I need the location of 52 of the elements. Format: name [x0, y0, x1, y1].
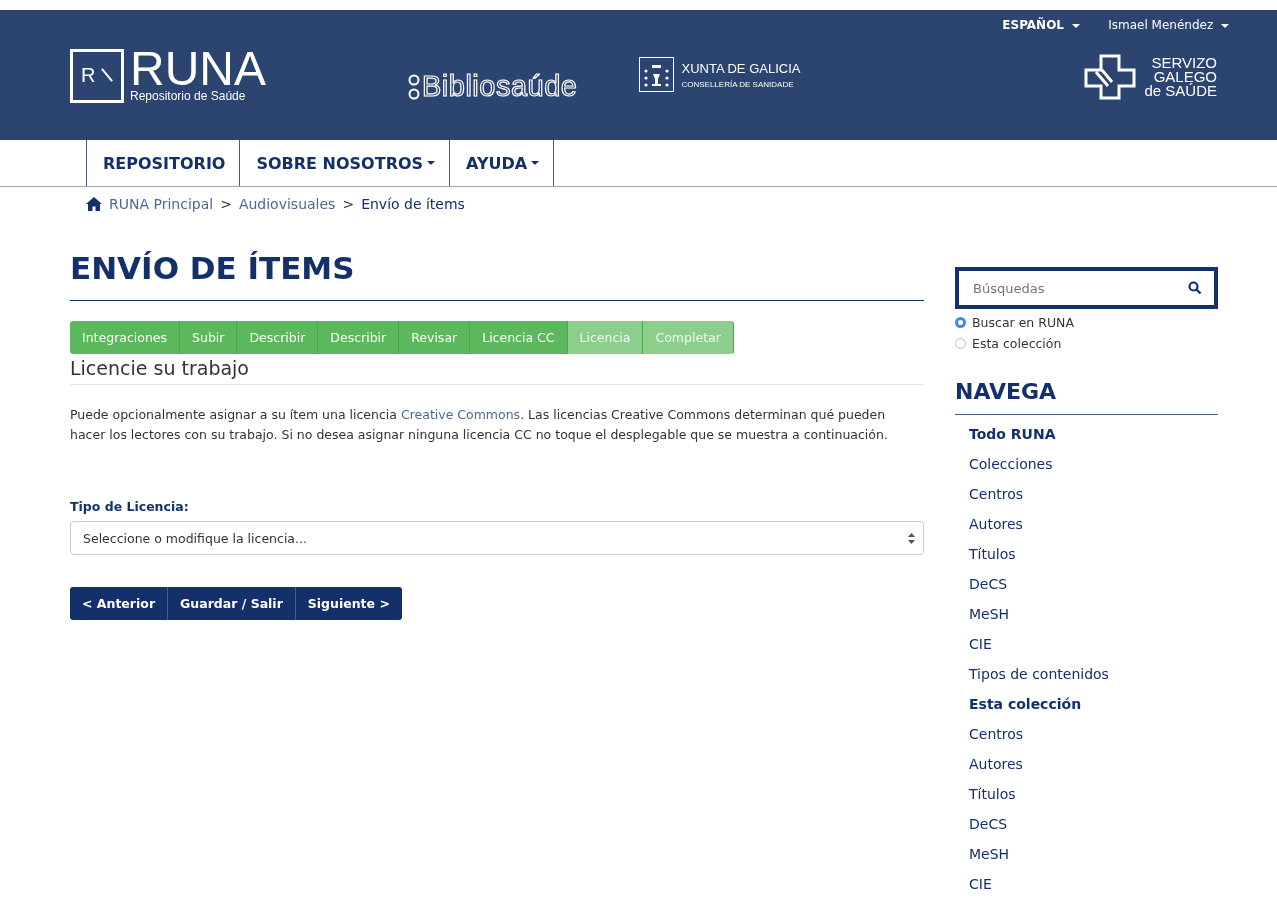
xunta-subtitle: CONSELLERÍA DE SANIDADE	[681, 79, 795, 89]
breadcrumb-current: Envío de ítems	[361, 196, 465, 212]
home-icon	[86, 197, 102, 211]
browse-link[interactable]: CIE	[969, 869, 1218, 899]
nav-menu-item[interactable]: SOBRE NOSOTROS	[239, 140, 450, 186]
breadcrumb-separator: >	[220, 196, 232, 212]
cross-icon	[1084, 54, 1137, 100]
sidebar-title: NAVEGA	[955, 379, 1218, 415]
radio-label: Esta colección	[972, 336, 1062, 351]
license-select[interactable]: Seleccione o modifique la licencia...	[70, 521, 924, 555]
browse-link[interactable]: Autores	[969, 509, 1218, 539]
browse-link[interactable]: Títulos	[969, 539, 1218, 569]
breadcrumb-link[interactable]: Audiovisuales	[238, 196, 336, 212]
intro-paragraph: Puede opcionalmente asignar a su ítem una licencia Creative Commons. Las licencias Creative Commons determinan qué pueden hacer los lectores con su trabajo. Si no desea asignar ninguna licencia CC no toque el desplegable que se muestra a continuación.	[70, 406, 889, 444]
browse-link[interactable]: Colecciones	[969, 449, 1218, 479]
nav-button[interactable]: Siguiente >	[295, 587, 402, 620]
logo-title: RUNA	[130, 49, 266, 89]
browse-link[interactable]: Autores	[969, 749, 1218, 779]
partner-logo-text: Bibliosaúde	[422, 70, 578, 103]
search-field[interactable]: Búsquedas	[955, 267, 1218, 309]
browse-heading: Todo RUNA	[969, 425, 1057, 444]
nav-button[interactable]: < Anterior	[70, 587, 169, 620]
breadcrumb-link[interactable]: RUNA Principal	[109, 196, 214, 212]
xunta-title: XUNTA DE GALICIA	[681, 60, 801, 76]
nav-button[interactable]: Guardar / Salir	[168, 587, 296, 620]
breadcrumb-separator: >	[342, 196, 355, 212]
section-title: Licencie su trabajo	[70, 357, 924, 385]
coat-of-arms-icon	[639, 57, 675, 92]
search-icon[interactable]	[1188, 281, 1202, 295]
browse-link[interactable]: Títulos	[969, 779, 1218, 809]
user-menu[interactable]: Ismael Menéndez	[1108, 18, 1229, 32]
language-menu[interactable]: ESPAÑOL	[1002, 18, 1081, 32]
browse-link[interactable]: Centros	[969, 719, 1218, 749]
radio-label: Buscar en RUNA	[972, 315, 1074, 330]
browse-link[interactable]: DeCS	[969, 809, 1218, 839]
page-title: ENVÍO DE ÍTEMS	[70, 250, 924, 301]
browse-link[interactable]: DeCS	[969, 569, 1218, 599]
nav-menu-item[interactable]: REPOSITORIO	[86, 140, 240, 186]
nav-menu-item[interactable]: AYUDA	[449, 140, 555, 186]
field-label: Tipo de Licencia:	[70, 499, 190, 514]
browse-heading: Esta colección	[969, 695, 1083, 714]
browse-link[interactable]: CIE	[969, 629, 1218, 659]
logo-icon: R	[70, 49, 124, 103]
browse-link[interactable]: Centros	[969, 479, 1218, 509]
logo-subtitle: Repositorio de Saúde	[130, 89, 247, 103]
radio-button[interactable]	[955, 317, 966, 328]
sort-arrows-icon	[908, 532, 915, 544]
browse-link[interactable]: Tipos de contenidos	[969, 659, 1218, 689]
browse-link[interactable]: MeSH	[969, 839, 1218, 869]
browse-link[interactable]: MeSH	[969, 599, 1218, 629]
dots-icon	[408, 73, 420, 100]
sergas-logo-text: SERVIZO	[1151, 56, 1217, 70]
